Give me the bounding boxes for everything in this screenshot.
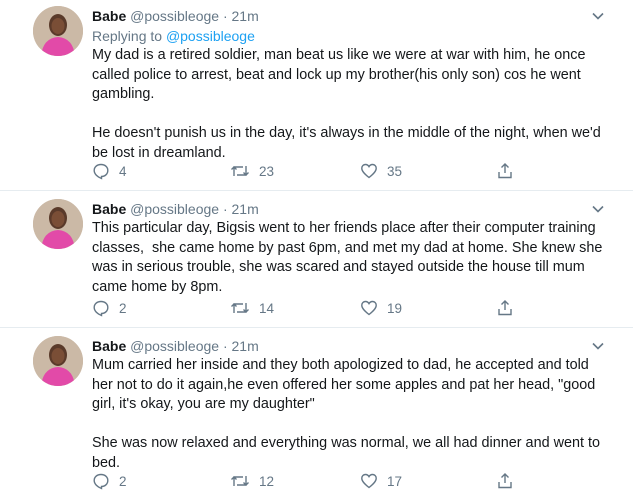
retweet-count: 12 bbox=[259, 473, 275, 489]
separator-dot: · bbox=[222, 338, 228, 354]
share-button[interactable] bbox=[496, 471, 514, 491]
chevron-down-icon[interactable] bbox=[591, 339, 605, 353]
avatar[interactable] bbox=[33, 336, 83, 386]
like-button[interactable]: 35 bbox=[360, 161, 402, 181]
tweet-actions: 2 14 19 bbox=[92, 298, 522, 318]
divider bbox=[0, 190, 633, 191]
display-name[interactable]: Babe bbox=[92, 8, 126, 24]
retweet-icon bbox=[231, 166, 249, 176]
like-count: 19 bbox=[387, 300, 403, 316]
tweet-actions: 2 12 17 bbox=[92, 471, 522, 491]
retweet-button[interactable]: 14 bbox=[230, 298, 274, 318]
avatar-image bbox=[33, 336, 83, 386]
user-handle[interactable]: @possibleoge bbox=[130, 201, 219, 217]
retweet-button[interactable]: 23 bbox=[230, 161, 274, 181]
retweet-icon bbox=[231, 303, 249, 313]
share-icon bbox=[498, 163, 512, 179]
retweet-icon bbox=[231, 476, 249, 486]
tweet-text: Mum carried her inside and they both apo… bbox=[92, 357, 600, 471]
reply-icon bbox=[93, 473, 109, 490]
chevron-down-icon[interactable] bbox=[591, 202, 605, 216]
like-icon bbox=[361, 473, 377, 489]
tweet-header: Babe @possibleoge · 21m bbox=[92, 199, 612, 219]
timestamp[interactable]: 21m bbox=[232, 201, 259, 217]
reply-button[interactable]: 2 bbox=[92, 471, 127, 491]
user-handle[interactable]: @possibleoge bbox=[130, 338, 219, 354]
share-button[interactable] bbox=[496, 161, 514, 181]
tweet-text: My dad is a retired soldier, man beat us… bbox=[92, 47, 601, 161]
tweet[interactable]: Babe @possibleoge · 21m This particular … bbox=[92, 199, 612, 297]
share-icon bbox=[498, 300, 512, 316]
like-button[interactable]: 17 bbox=[360, 471, 402, 491]
reply-button[interactable]: 4 bbox=[92, 161, 127, 181]
separator-dot: · bbox=[222, 201, 228, 217]
share-button[interactable] bbox=[496, 298, 514, 318]
replying-prefix: Replying to bbox=[92, 28, 163, 44]
reply-count: 2 bbox=[119, 300, 127, 316]
tweet[interactable]: Babe @possibleoge · 21m Mum carried her … bbox=[92, 336, 612, 473]
reply-count: 4 bbox=[119, 163, 127, 179]
reply-icon bbox=[93, 163, 109, 180]
like-count: 17 bbox=[387, 473, 403, 489]
share-icon bbox=[498, 473, 512, 489]
retweet-count: 23 bbox=[259, 163, 275, 179]
avatar[interactable] bbox=[33, 199, 83, 249]
replying-to-link[interactable]: @possibleoge bbox=[166, 28, 255, 44]
timestamp[interactable]: 21m bbox=[232, 8, 259, 24]
like-icon bbox=[361, 163, 377, 179]
tweet-header: Babe @possibleoge · 21m bbox=[92, 336, 612, 356]
avatar-image bbox=[33, 6, 83, 56]
reply-icon bbox=[93, 300, 109, 317]
like-button[interactable]: 19 bbox=[360, 298, 402, 318]
display-name[interactable]: Babe bbox=[92, 338, 126, 354]
chevron-down-icon[interactable] bbox=[591, 9, 605, 23]
divider bbox=[0, 327, 633, 328]
separator-dot: · bbox=[222, 8, 228, 24]
retweet-button[interactable]: 12 bbox=[230, 471, 274, 491]
retweet-count: 14 bbox=[259, 300, 275, 316]
tweet[interactable]: Babe @possibleoge · 21m Replying to @pos… bbox=[92, 6, 612, 163]
reply-count: 2 bbox=[119, 473, 127, 489]
like-count: 35 bbox=[387, 163, 403, 179]
like-icon bbox=[361, 300, 377, 316]
tweet-text: This particular day, Bigsis went to her … bbox=[92, 220, 607, 295]
display-name[interactable]: Babe bbox=[92, 201, 126, 217]
user-handle[interactable]: @possibleoge bbox=[130, 8, 219, 24]
avatar-image bbox=[33, 199, 83, 249]
tweet-actions: 4 23 35 bbox=[92, 161, 522, 181]
reply-button[interactable]: 2 bbox=[92, 298, 127, 318]
avatar[interactable] bbox=[33, 6, 83, 56]
replying-to: Replying to @possibleoge bbox=[92, 26, 612, 46]
tweet-header: Babe @possibleoge · 21m bbox=[92, 6, 612, 26]
timestamp[interactable]: 21m bbox=[232, 338, 259, 354]
